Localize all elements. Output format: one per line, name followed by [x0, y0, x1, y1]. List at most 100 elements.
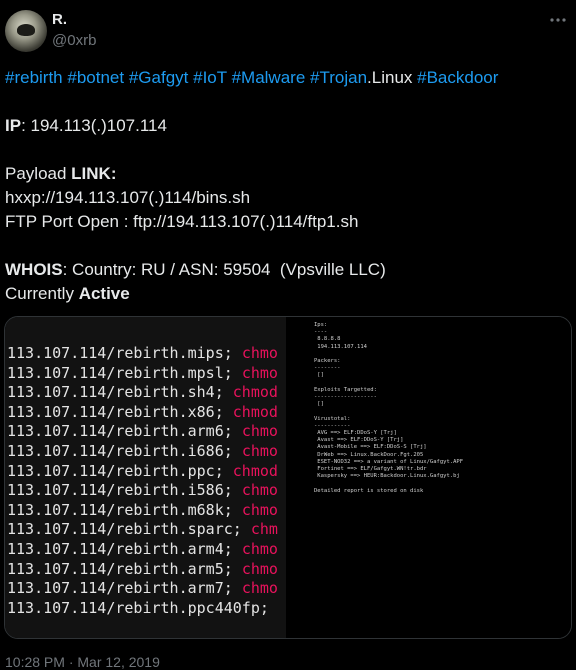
- code-path: 113.107.114/rebirth.m68k: [7, 500, 224, 519]
- tweet-header: R. @0xrb: [0, 0, 576, 60]
- whois-value: : Country: RU / ASN: 59504 (Vpsville LLC…: [62, 260, 386, 279]
- terminal-line: Avast-Mobile ==> ELF:DDoS-S [Trj]: [314, 444, 427, 451]
- code-separator: ;: [223, 559, 242, 578]
- terminal-line: Ips:: [314, 322, 328, 328]
- payload-url: hxxp://194.113.107(.)114/bins.sh: [5, 188, 251, 207]
- code-line: 113.107.114/rebirth.mpsl; chmo: [7, 364, 278, 382]
- code-line: 113.107.114/rebirth.sparc; chm: [7, 520, 278, 538]
- code-command: chmo: [241, 579, 278, 598]
- code-command: chmo: [241, 559, 278, 578]
- status-prefix: Currently: [5, 284, 79, 303]
- code-line: 113.107.114/rebirth.ppc440fp;: [7, 599, 278, 617]
- code-separator: ;: [223, 363, 242, 382]
- code-path: 113.107.114/rebirth.x86: [7, 402, 215, 421]
- terminal-line: Fortinet ==> ELF/Gafgyt.WN!tr.bdr: [314, 466, 427, 472]
- terminal-line: []: [314, 372, 324, 379]
- terminal-line: Kaspersky ==> HEUR:Backdoor.Linux.Gafgyt…: [314, 473, 460, 480]
- author-name[interactable]: R.: [52, 11, 67, 28]
- code-path: 113.107.114/rebirth.mpsl: [7, 363, 224, 382]
- hashtag-link[interactable]: #Malware: [232, 68, 306, 87]
- hashtag-link[interactable]: #Backdoor: [417, 68, 498, 87]
- terminal-line: Packers:: [314, 358, 341, 364]
- more-options-icon[interactable]: [548, 10, 568, 30]
- terminal-line: ----: [314, 329, 328, 336]
- code-separator: ;: [223, 540, 242, 558]
- code-line: 113.107.114/rebirth.i686; chmo: [7, 442, 278, 460]
- linux-text: .Linux: [367, 68, 418, 87]
- code-path: 113.107.114/rebirth.i586: [7, 481, 224, 500]
- code-command: chmod: [232, 461, 278, 480]
- terminal-line: -----------: [314, 422, 351, 429]
- code-separator: ;: [223, 481, 242, 500]
- code-line: 113.107.114/rebirth.arm7; chmo: [7, 579, 278, 597]
- hashtag-link[interactable]: #botnet: [67, 68, 124, 87]
- terminal-line: --------: [314, 365, 341, 372]
- code-command: chm: [250, 520, 278, 539]
- author-handle[interactable]: @0xrb: [52, 32, 96, 49]
- terminal-line: Detailed report is stored on disk: [314, 487, 424, 494]
- terminal-line: Exploits Targetted:: [314, 386, 377, 393]
- terminal-line: Avast ==> ELF:DDoS-Y [Trj]: [314, 437, 404, 444]
- code-path: 113.107.114/rebirth.sparc: [7, 520, 233, 539]
- code-line: 113.107.114/rebirth.arm5; chmo: [7, 560, 278, 578]
- code-command: chmo: [241, 363, 278, 382]
- tweet-timestamp[interactable]: 10:28 PM · Mar 12, 2019: [5, 654, 160, 670]
- code-separator: ;: [214, 402, 233, 421]
- code-line: 113.107.114/rebirth.i586; chmo: [7, 481, 278, 499]
- terminal-line: ESET-NOD32 ==> a variant of Linux/Gafgyt…: [314, 458, 464, 465]
- code-line: 113.107.114/rebirth.ppc; chmod: [7, 462, 278, 480]
- code-separator: ;: [223, 344, 242, 362]
- code-line: 113.107.114/rebirth.arm4; chmo: [7, 540, 278, 558]
- terminal-line: -------------------: [314, 394, 377, 400]
- hashtag-link[interactable]: #Trojan: [310, 68, 367, 87]
- code-line: 113.107.114/rebirth.sh4; chmod: [7, 383, 278, 401]
- code-separator: ;: [223, 422, 242, 441]
- code-separator: ;: [232, 520, 251, 539]
- code-command: chmo: [241, 344, 278, 362]
- code-command: chmo: [241, 481, 278, 500]
- terminal-line: DrWeb ==> Linux.BackDoor.Fgt.205: [314, 451, 424, 458]
- hashtag-line: #rebirth #botnet #Gafgyt #IoT #Malware #…: [5, 66, 565, 90]
- hashtag-link[interactable]: #IoT: [193, 68, 227, 87]
- status-value: Active: [78, 284, 130, 303]
- code-separator: ;: [259, 598, 278, 617]
- avatar[interactable]: [5, 10, 47, 52]
- code-line: 113.107.114/rebirth.mips; chmo: [7, 344, 278, 362]
- terminal-screenshot: Ips: ---- 8.8.8.8 194.113.107.114 Packers:…: [286, 317, 571, 638]
- code-path: 113.107.114/rebirth.arm6: [7, 422, 224, 441]
- whois-line: WHOIS: Country: RU / ASN: 59504 (Vpsvill…: [5, 258, 565, 282]
- code-path: 113.107.114/rebirth.arm4: [7, 540, 224, 558]
- code-line: 113.107.114/rebirth.m68k; chmo: [7, 501, 278, 519]
- code-line: 113.107.114/rebirth.arm6; chmo: [7, 422, 278, 440]
- terminal-line: 194.113.107.114: [314, 343, 367, 350]
- code-separator: ;: [214, 461, 233, 480]
- terminal-line: 8.8.8.8: [314, 336, 341, 343]
- terminal-line: Virustotal:: [314, 415, 351, 422]
- code-path: 113.107.114/rebirth.ppc: [7, 461, 215, 480]
- payload-line: Payload LINK:: [5, 162, 565, 186]
- ip-line: IP: 194.113(.)107.114: [5, 114, 565, 138]
- hashtag-link[interactable]: #Gafgyt: [129, 68, 189, 87]
- code-command: chmo: [241, 442, 278, 460]
- code-path: 113.107.114/rebirth.arm7: [7, 579, 224, 598]
- code-separator: ;: [223, 500, 242, 519]
- code-line: 113.107.114/rebirth.x86; chmod: [7, 403, 278, 421]
- tweet-text: #rebirth #botnet #Gafgyt #IoT #Malware #…: [5, 66, 565, 306]
- code-path: 113.107.114/rebirth.i686: [7, 442, 224, 460]
- ip-value: : 194.113(.)107.114: [21, 116, 167, 135]
- terminal-line: []: [314, 401, 324, 408]
- payload-label: LINK:: [71, 164, 117, 183]
- hashtag-link[interactable]: #rebirth: [5, 68, 63, 87]
- ftp-line: FTP Port Open : ftp://194.113.107(.)114/…: [5, 212, 359, 231]
- code-path: 113.107.114/rebirth.mips: [7, 344, 224, 362]
- code-separator: ;: [214, 383, 233, 402]
- ip-label: IP: [5, 116, 22, 135]
- code-separator: ;: [223, 442, 242, 460]
- tweet-media[interactable]: 113.107.114/rebirth.mips; chmo 113.107.11…: [4, 316, 572, 639]
- code-separator: ;: [223, 579, 242, 598]
- code-command: chmo: [241, 422, 278, 441]
- status-line: Currently Active: [5, 282, 565, 306]
- whois-label: WHOIS: [5, 260, 63, 279]
- code-screenshot: 113.107.114/rebirth.mips; chmo 113.107.11…: [5, 317, 286, 638]
- code-command: chmod: [232, 402, 278, 421]
